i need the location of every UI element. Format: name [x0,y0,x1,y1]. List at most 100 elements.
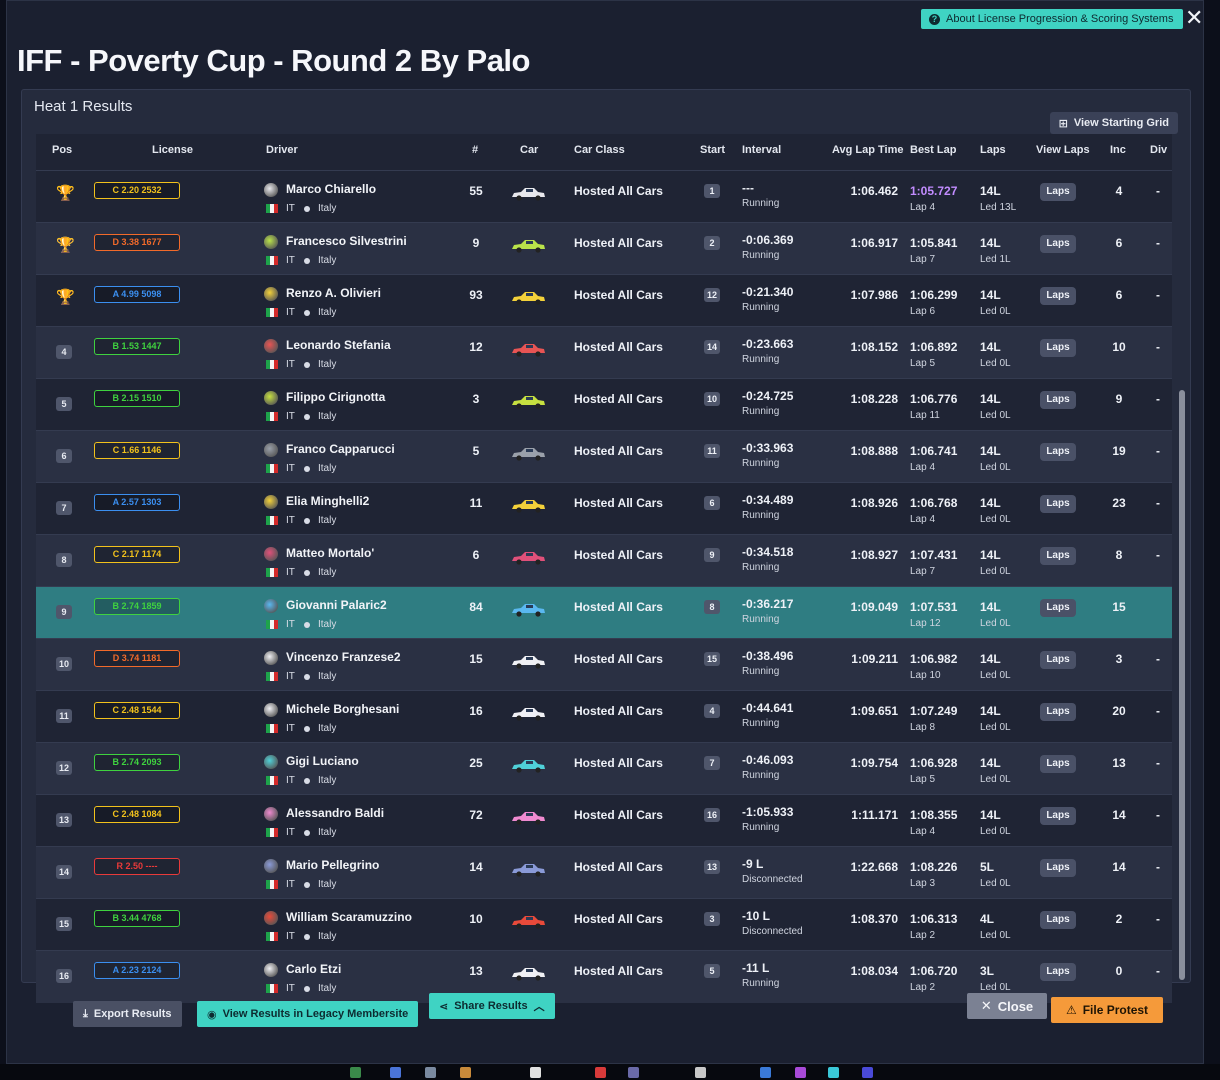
taskbar-app-icon[interactable] [460,1067,471,1078]
avg-lap-time: 1:09.049 [850,600,898,614]
file-protest-button[interactable]: ⚠ File Protest [1051,997,1163,1023]
view-laps-button[interactable]: Laps [1040,963,1076,981]
close-window-icon[interactable]: ✕ [1185,5,1203,31]
table-row[interactable]: 15 B 3.44 4768 William Scaramuzzino IT Italy… [36,898,1172,951]
col-best-lap[interactable]: Best Lap [910,144,956,156]
driver-name[interactable]: Carlo Etzi [286,962,341,976]
view-laps-button[interactable]: Laps [1040,703,1076,721]
country-name: Italy [318,359,337,370]
close-button[interactable]: ✕ Close [967,993,1047,1019]
table-row[interactable]: 5 B 2.15 1510 Filippo Cirignotta IT Italy 3 Ho… [36,378,1172,431]
table-row[interactable]: 13 C 2.48 1084 Alessandro Baldi IT Italy 72 Ho… [36,794,1172,847]
col-number[interactable]: # [472,144,478,156]
scrollbar[interactable] [1179,390,1185,980]
table-row[interactable]: 14 R 2.50 ---- Mario Pellegrino IT Italy 14 Ho… [36,846,1172,899]
view-laps-button[interactable]: Laps [1040,443,1076,461]
driver-name[interactable]: William Scaramuzzino [286,910,412,924]
col-driver[interactable]: Driver [266,144,298,156]
col-inc[interactable]: Inc [1110,144,1126,156]
helmet-icon [264,651,278,665]
driver-name[interactable]: Alessandro Baldi [286,806,384,820]
best-lap-number: Lap 11 [910,410,940,421]
table-row[interactable]: 🏆 C 2.20 2532 Marco Chiarello IT Italy 55 Host… [36,170,1172,223]
best-lap-time: 1:07.431 [910,548,958,562]
car-number: 25 [469,756,483,770]
driver-name[interactable]: Elia Minghelli2 [286,494,369,508]
taskbar-app-icon[interactable] [595,1067,606,1078]
view-laps-button[interactable]: Laps [1040,339,1076,357]
laps-count: 14L [980,392,1001,406]
incidents: 0 [1115,964,1123,978]
view-laps-button[interactable]: Laps [1040,755,1076,773]
driver-name[interactable]: Marco Chiarello [286,182,376,196]
table-row[interactable]: 🏆 D 3.38 1677 Francesco Silvestrini IT Italy… [36,222,1172,275]
table-row[interactable]: 4 B 1.53 1447 Leonardo Stefania IT Italy 12 Ho… [36,326,1172,379]
taskbar-app-icon[interactable] [390,1067,401,1078]
legacy-membersite-button[interactable]: ◉ View Results in Legacy Membersite [197,1001,419,1027]
driver-name[interactable]: Renzo A. Olivieri [286,286,381,300]
driver-name[interactable]: Francesco Silvestrini [286,234,407,248]
col-div[interactable]: Div [1150,144,1167,156]
driver-name[interactable]: Mario Pellegrino [286,858,379,872]
interval: -1:05.933 [742,805,794,819]
view-laps-button[interactable]: Laps [1040,235,1076,253]
driver-name[interactable]: Filippo Cirignotta [286,390,385,404]
driver-name[interactable]: Gigi Luciano [286,754,359,768]
view-laps-button[interactable]: Laps [1040,911,1076,929]
license-info-button[interactable]: ? About License Progression & Scoring Sy… [921,9,1184,29]
col-laps[interactable]: Laps [980,144,1006,156]
car-icon [510,447,546,461]
driver-name[interactable]: Giovanni Palaric2 [286,598,387,612]
col-interval[interactable]: Interval [742,144,781,156]
view-laps-button[interactable]: Laps [1040,183,1076,201]
driver-name[interactable]: Michele Borghesani [286,702,399,716]
driver-name[interactable]: Leonardo Stefania [286,338,391,352]
dot-icon [304,934,310,940]
table-row[interactable]: 9 B 2.74 1859 Giovanni Palaric2 IT Italy 84 Ho… [36,586,1172,639]
driver-name[interactable]: Franco Capparucci [286,442,395,456]
driver-name[interactable]: Matteo Mortalo' [286,546,374,560]
view-laps-button[interactable]: Laps [1040,391,1076,409]
col-car-class[interactable]: Car Class [574,144,625,156]
taskbar-app-icon[interactable] [862,1067,873,1078]
col-license[interactable]: License [152,144,193,156]
share-results-button[interactable]: ⋖ Share Results ︿ [429,993,555,1019]
taskbar-app-icon[interactable] [828,1067,839,1078]
view-laps-button[interactable]: Laps [1040,547,1076,565]
view-laps-button[interactable]: Laps [1040,807,1076,825]
laps-led: Led 0L [980,930,1011,941]
country-code: IT [286,671,295,682]
taskbar-app-icon[interactable] [530,1067,541,1078]
col-pos[interactable]: Pos [52,144,72,156]
view-laps-button[interactable]: Laps [1040,651,1076,669]
table-row[interactable]: 8 C 2.17 1174 Matteo Mortalo' IT Italy 6 Hoste… [36,534,1172,587]
view-laps-button[interactable]: Laps [1040,495,1076,513]
status: Running [742,250,780,261]
driver-name[interactable]: Vincenzo Franzese2 [286,650,401,664]
view-laps-button[interactable]: Laps [1040,599,1076,617]
table-row[interactable]: 12 B 2.74 2093 Gigi Luciano IT Italy 25 Hosted… [36,742,1172,795]
table-row[interactable]: 🏆 A 4.99 5098 Renzo A. Olivieri IT Italy 93 Ho… [36,274,1172,327]
col-car[interactable]: Car [520,144,538,156]
col-start[interactable]: Start [700,144,725,156]
avg-lap-time: 1:09.754 [850,756,898,770]
taskbar-app-icon[interactable] [628,1067,639,1078]
view-laps-button[interactable]: Laps [1040,287,1076,305]
col-avg-lap[interactable]: Avg Lap Time [832,144,904,156]
taskbar-app-icon[interactable] [425,1067,436,1078]
table-row[interactable]: 10 D 3.74 1181 Vincenzo Franzese2 IT Italy 15… [36,638,1172,691]
taskbar-app-icon[interactable] [695,1067,706,1078]
car-number: 11 [469,496,483,510]
best-lap-number: Lap 4 [910,826,936,837]
license-badge: A 4.99 5098 [94,286,180,303]
taskbar-app-icon[interactable] [760,1067,771,1078]
table-row[interactable]: 7 A 2.57 1303 Elia Minghelli2 IT Italy 11 Host… [36,482,1172,535]
taskbar-app-icon[interactable] [795,1067,806,1078]
table-row[interactable]: 11 C 2.48 1544 Michele Borghesani IT Italy 16… [36,690,1172,743]
export-results-button[interactable]: ⤓ Export Results [73,1001,182,1027]
table-row[interactable]: 6 C 1.66 1146 Franco Capparucci IT Italy 5 Hos… [36,430,1172,483]
view-laps-button[interactable]: Laps [1040,859,1076,877]
view-starting-grid-button[interactable]: ⊞ View Starting Grid [1049,112,1178,134]
italy-flag-icon [266,412,278,421]
taskbar-app-icon[interactable] [350,1067,361,1078]
